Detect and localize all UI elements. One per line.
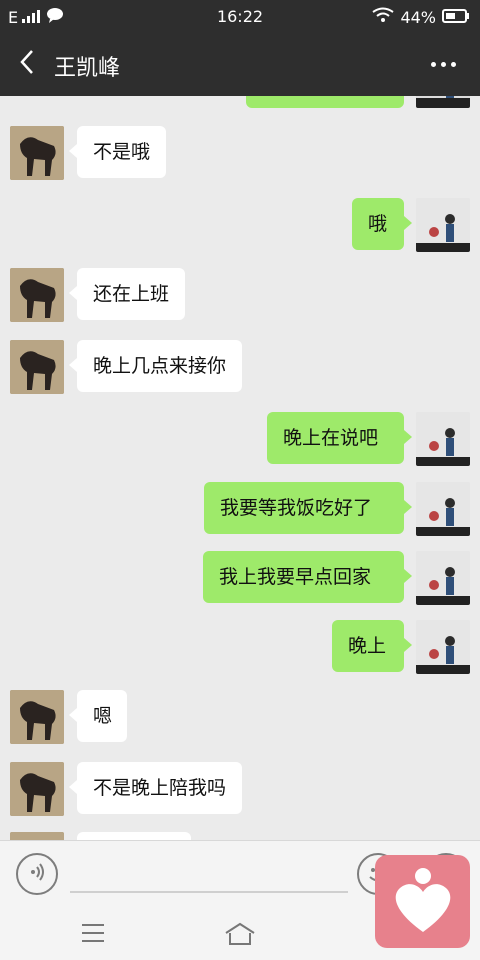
home-icon bbox=[223, 922, 257, 950]
chat-header: 王凯峰 bbox=[0, 32, 480, 96]
message-row: 嗯 bbox=[0, 690, 480, 750]
message-bubble[interactable]: 晚上 bbox=[332, 620, 412, 672]
my-avatar[interactable] bbox=[416, 482, 470, 536]
more-dots-icon bbox=[430, 61, 436, 67]
message-row: 还在上班 bbox=[0, 268, 480, 328]
voice-icon bbox=[27, 862, 47, 886]
my-avatar[interactable] bbox=[416, 412, 470, 466]
message-list[interactable]: 不是哦 哦 还在上班 晚上几点来接你 晚上在说吧 我要等我饭吃好了 我上我要早点… bbox=[0, 96, 480, 840]
chat-title: 王凯峰 bbox=[54, 56, 121, 81]
contact-avatar[interactable] bbox=[10, 690, 64, 744]
battery-icon bbox=[442, 8, 470, 27]
more-button[interactable] bbox=[428, 54, 458, 74]
message-bubble[interactable]: 不是晚上陪我吗 bbox=[68, 762, 243, 814]
contact-avatar[interactable] bbox=[10, 762, 64, 816]
message-bubble[interactable] bbox=[246, 96, 404, 108]
message-bubble[interactable]: 嗯 bbox=[69, 690, 127, 742]
message-bubble[interactable] bbox=[77, 832, 191, 840]
message-row: 晚上几点来接你 bbox=[0, 340, 480, 400]
message-row: 哦 bbox=[0, 198, 480, 258]
contact-avatar[interactable] bbox=[10, 268, 64, 322]
message-bubble[interactable]: 不是哦 bbox=[68, 126, 167, 178]
message-input[interactable] bbox=[70, 891, 348, 893]
battery-percent: 44% bbox=[400, 7, 436, 27]
message-bubble[interactable]: 我上我要早点回家 bbox=[203, 551, 412, 603]
message-row: 我上我要早点回家 bbox=[0, 551, 480, 611]
voice-button[interactable] bbox=[16, 853, 58, 895]
message-bubble[interactable]: 我要等我饭吃好了 bbox=[204, 482, 412, 534]
status-bar: E 16:22 44% bbox=[0, 0, 480, 32]
message-row: 不是晚上陪我吗 bbox=[0, 762, 480, 822]
contact-avatar[interactable] bbox=[10, 126, 64, 180]
system-indicators: 44% bbox=[372, 7, 470, 27]
my-avatar[interactable] bbox=[416, 620, 470, 674]
my-avatar[interactable] bbox=[416, 96, 470, 108]
menu-icon[interactable] bbox=[82, 924, 104, 942]
back-button[interactable] bbox=[16, 50, 38, 78]
message-row bbox=[0, 832, 480, 840]
message-bubble[interactable]: 晚上在说吧 bbox=[267, 412, 412, 464]
message-row: 晚上 bbox=[0, 620, 480, 680]
message-row: 晚上在说吧 bbox=[0, 412, 480, 472]
chevron-left-icon bbox=[19, 49, 35, 79]
message-bubble[interactable]: 哦 bbox=[352, 198, 412, 250]
heart-app-icon bbox=[388, 864, 458, 940]
contact-avatar[interactable] bbox=[10, 832, 64, 840]
message-row bbox=[0, 96, 480, 116]
message-bubble[interactable]: 晚上几点来接你 bbox=[68, 340, 243, 392]
floating-app-icon[interactable] bbox=[375, 855, 470, 948]
message-bubble[interactable]: 还在上班 bbox=[68, 268, 186, 320]
my-avatar[interactable] bbox=[416, 198, 470, 252]
message-row: 不是哦 bbox=[0, 126, 480, 186]
contact-avatar[interactable] bbox=[10, 340, 64, 394]
home-button[interactable] bbox=[223, 922, 257, 946]
wifi-icon bbox=[372, 7, 395, 27]
my-avatar[interactable] bbox=[416, 551, 470, 605]
message-row: 我要等我饭吃好了 bbox=[0, 482, 480, 542]
